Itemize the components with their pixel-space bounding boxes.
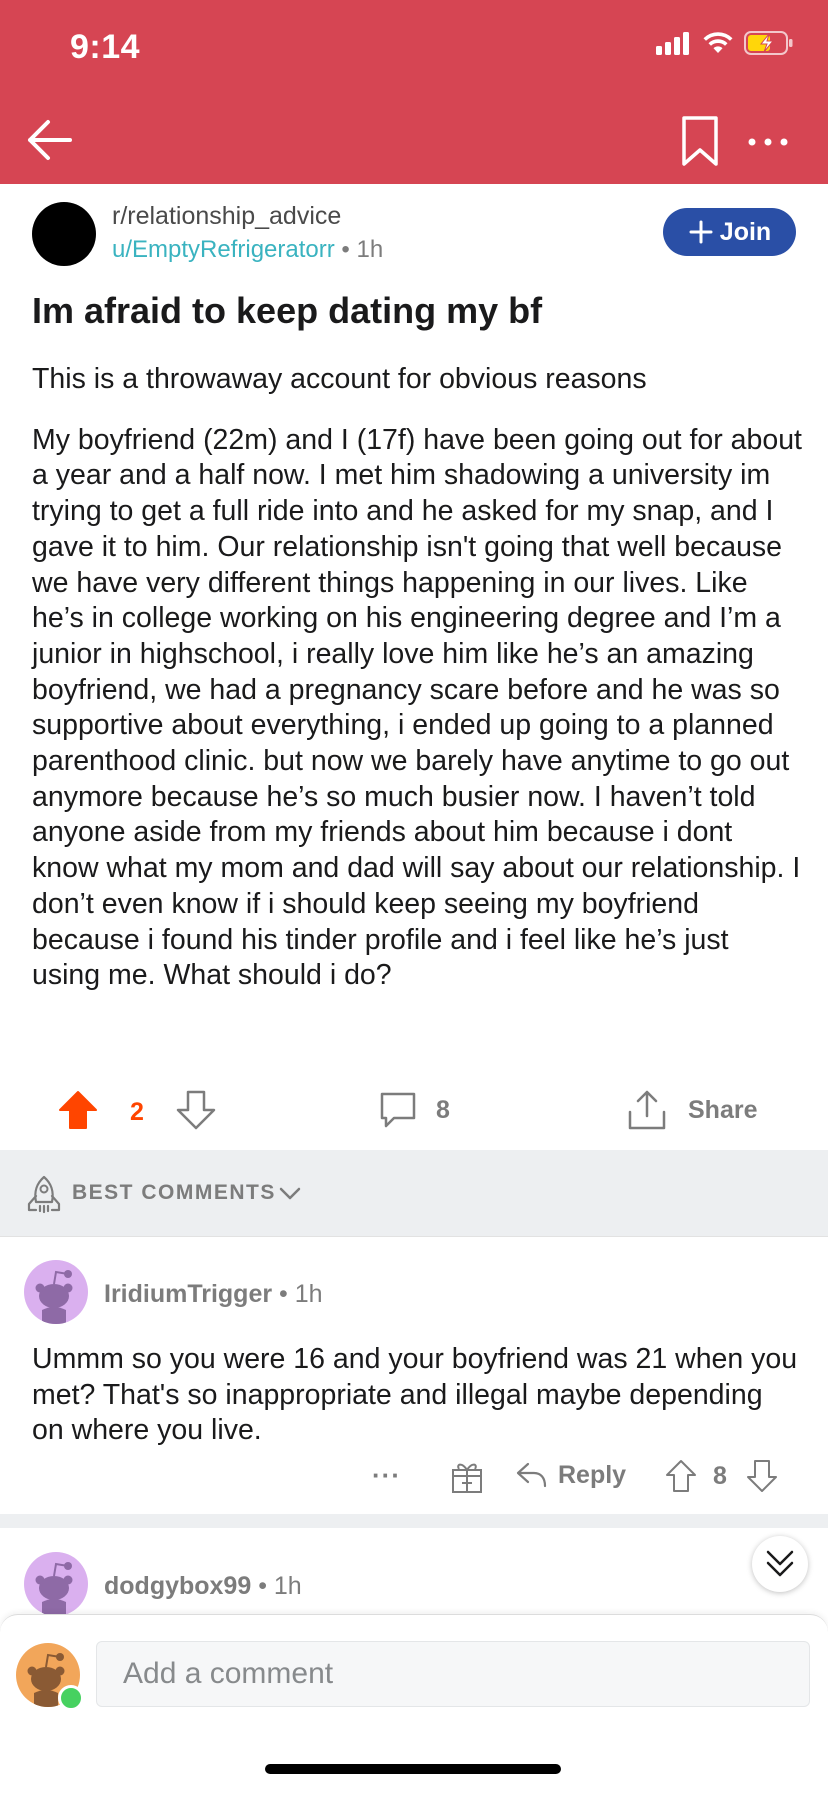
next-comment-button[interactable]: [752, 1536, 808, 1592]
status-icons: [656, 30, 794, 56]
comment-vote-count: 8: [713, 1462, 727, 1490]
reply-icon: [516, 1462, 547, 1488]
downvote-icon: [176, 1090, 216, 1130]
battery-icon: [744, 31, 793, 55]
post-paragraph: My boyfriend (22m) and I (17f) have been…: [32, 423, 802, 992]
post-header: r/relationship_advice u/EmptyRefrigerato…: [0, 184, 828, 284]
rocket-icon: [27, 1175, 61, 1214]
comment-more-button[interactable]: ···: [372, 1460, 401, 1491]
post-title: Im afraid to keep dating my bf: [32, 290, 543, 331]
comment-divider: [0, 1514, 828, 1528]
comment-age: 1h: [273, 1572, 302, 1600]
comment: dodgybox99 • 1h: [0, 1528, 828, 1618]
post-paragraph: This is a throwaway account for obvious …: [32, 363, 647, 395]
post-body: This is a throwaway account for obvious …: [32, 362, 802, 1019]
upvote-icon: [59, 1091, 97, 1129]
join-label: Join: [719, 217, 772, 246]
post-actions: 2 8 Share: [0, 1080, 828, 1140]
snoo-avatar-icon: [35, 1562, 73, 1616]
subreddit-avatar[interactable]: [32, 202, 96, 266]
sort-label: BEST COMMENTS: [72, 1181, 276, 1204]
double-chevron-down-icon: [766, 1550, 794, 1577]
comments-button[interactable]: 8: [376, 1088, 450, 1132]
more-options-button[interactable]: [740, 114, 800, 170]
signal-icon: [656, 32, 689, 55]
meta-separator: •: [341, 236, 350, 263]
comment-upvote-button[interactable]: [664, 1458, 698, 1494]
upvote-icon: [666, 1460, 696, 1492]
comment-meta: IridiumTrigger • 1h: [104, 1280, 323, 1308]
join-button[interactable]: Join: [663, 208, 796, 256]
back-button[interactable]: [20, 110, 80, 170]
comment-age: 1h: [294, 1280, 323, 1308]
share-icon: [628, 1090, 666, 1130]
bookmark-icon: [682, 116, 718, 166]
reply-label: Reply: [558, 1460, 627, 1489]
share-label: Share: [688, 1095, 758, 1124]
chevron-down-icon: [279, 1187, 301, 1200]
commenter-username[interactable]: IridiumTrigger: [104, 1280, 272, 1308]
comment-body: Ummm so you were 16 and your boyfriend w…: [32, 1343, 798, 1447]
award-icon: [452, 1463, 482, 1493]
downvote-icon: [747, 1460, 777, 1492]
post-meta: u/EmptyRefrigeratorr • 1h: [112, 236, 383, 264]
reply-button[interactable]: Reply: [514, 1460, 626, 1490]
plus-icon: [689, 220, 713, 244]
comment-icon: [380, 1092, 416, 1128]
home-indicator: [265, 1764, 561, 1774]
subreddit-name[interactable]: r/relationship_advice: [112, 202, 341, 231]
bookmark-button[interactable]: [676, 114, 724, 170]
wifi-icon: [703, 32, 733, 53]
share-button[interactable]: Share: [626, 1088, 757, 1132]
comment-actions: ··· Reply 8: [0, 1454, 828, 1504]
commenter-username[interactable]: dodgybox99: [104, 1572, 251, 1600]
back-arrow-icon: [28, 120, 72, 160]
more-icon: [748, 138, 788, 146]
commenter-avatar[interactable]: [24, 1260, 88, 1324]
comment-meta: dodgybox99 • 1h: [104, 1572, 302, 1600]
status-bar: 9:14: [0, 0, 828, 100]
comment-downvote-button[interactable]: [745, 1458, 779, 1494]
comment-count: 8: [436, 1095, 450, 1124]
status-time: 9:14: [70, 28, 141, 66]
downvote-button[interactable]: [174, 1088, 218, 1132]
comment-sort-bar[interactable]: BEST COMMENTS: [0, 1150, 828, 1237]
author-link[interactable]: u/EmptyRefrigeratorr: [112, 236, 335, 263]
snoo-avatar-icon: [35, 1270, 73, 1324]
vote-count: 2: [130, 1098, 144, 1126]
post-age: 1h: [356, 236, 384, 263]
award-button[interactable]: [450, 1458, 484, 1496]
online-status-dot: [58, 1685, 84, 1711]
commenter-avatar[interactable]: [24, 1552, 88, 1616]
nav-bar: [0, 100, 828, 184]
comment: IridiumTrigger • 1h Ummm so you were 16 …: [0, 1236, 828, 1514]
add-comment-input[interactable]: Add a comment: [96, 1641, 810, 1707]
upvote-button[interactable]: [56, 1088, 100, 1132]
app-header: 9:14: [0, 0, 828, 184]
